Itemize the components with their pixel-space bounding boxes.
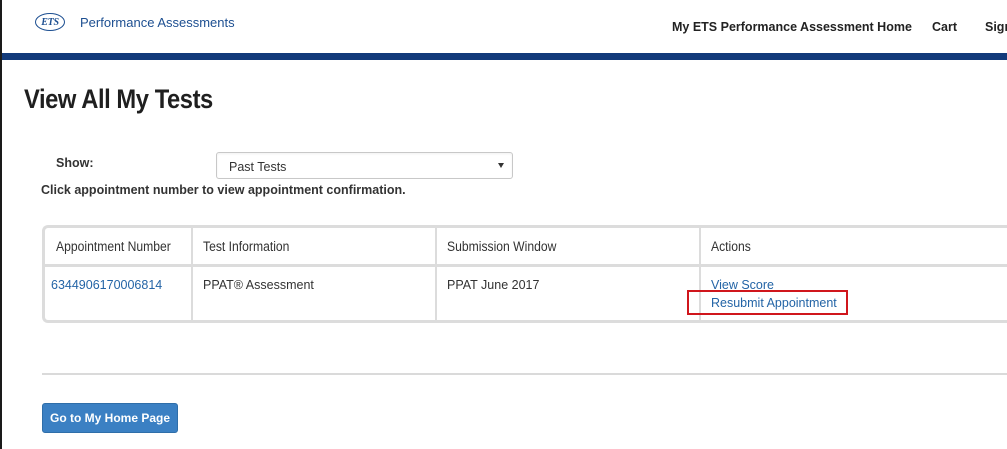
- header-rule: [2, 53, 1007, 60]
- th-label: Test Information: [203, 239, 290, 254]
- test-information-text: PPAT® Assessment: [203, 278, 314, 292]
- nav-sign-link[interactable]: Sign: [985, 20, 1007, 34]
- page-title: View All My Tests: [24, 84, 213, 114]
- table-row: 6344906170006814 PPAT® Assessment PPAT J…: [45, 267, 1007, 320]
- th-submission-window: Submission Window: [435, 228, 699, 264]
- appointment-number-link[interactable]: 6344906170006814: [51, 278, 162, 292]
- show-label: Show:: [56, 156, 94, 170]
- td-submission-window: PPAT June 2017: [435, 267, 699, 320]
- section-divider: [42, 373, 1007, 375]
- show-select[interactable]: Past Tests: [216, 152, 513, 179]
- td-appointment-number: 6344906170006814: [45, 267, 191, 320]
- th-actions: Actions: [699, 228, 1007, 264]
- nav-cart-link[interactable]: Cart: [932, 20, 957, 34]
- go-home-button[interactable]: Go to My Home Page: [42, 403, 178, 433]
- show-select-value: Past Tests: [229, 160, 287, 174]
- instruction-text: Click appointment number to view appoint…: [41, 183, 406, 197]
- top-nav: My ETS Performance Assessment Home Cart …: [2, 20, 1007, 38]
- th-label: Submission Window: [447, 239, 557, 254]
- chevron-down-icon: [498, 163, 504, 168]
- submission-window-text: PPAT June 2017: [447, 278, 540, 292]
- td-test-information: PPAT® Assessment: [191, 267, 435, 320]
- table-header-row: Appointment Number Test Information Subm…: [45, 228, 1007, 267]
- resubmit-highlight-box: [687, 290, 848, 315]
- th-label: Actions: [711, 239, 751, 254]
- th-test-information: Test Information: [191, 228, 435, 264]
- top-header: ETS Performance Assessments My ETS Perfo…: [2, 0, 1007, 53]
- th-label: Appointment Number: [56, 239, 171, 254]
- nav-home-link[interactable]: My ETS Performance Assessment Home: [672, 20, 912, 34]
- tests-table: Appointment Number Test Information Subm…: [42, 225, 1007, 323]
- th-appointment-number: Appointment Number: [45, 228, 191, 264]
